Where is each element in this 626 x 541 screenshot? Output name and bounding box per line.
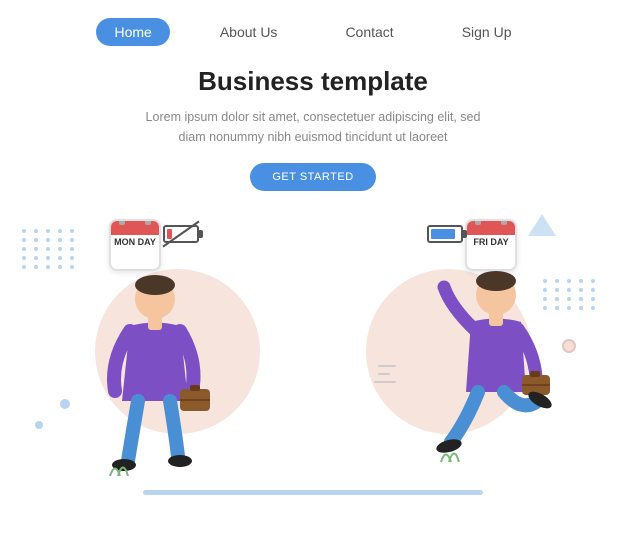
nav-signup[interactable]: Sign Up <box>444 18 530 46</box>
hero-subtitle: Lorem ipsum dolor sit amet, consectetuer… <box>143 107 483 147</box>
blue-bottom-line <box>143 490 483 495</box>
deco-circle-3 <box>35 421 43 429</box>
calendar-monday: MON DAY <box>108 219 162 271</box>
dots-left <box>22 229 77 269</box>
person-monday <box>80 271 230 481</box>
hero-title: Business template <box>0 66 626 97</box>
battery-full <box>427 225 463 243</box>
speed-lines <box>378 365 396 389</box>
illustration-area: MON DAY FRI DAY <box>0 199 626 509</box>
deco-circle-1 <box>60 399 70 409</box>
calendar-friday: FRI DAY <box>464 219 518 271</box>
get-started-button[interactable]: GET STARTED <box>250 163 375 191</box>
navigation: Home About Us Contact Sign Up <box>0 0 626 56</box>
nav-contact[interactable]: Contact <box>327 18 411 46</box>
person-friday <box>396 267 571 487</box>
nav-about[interactable]: About Us <box>202 18 296 46</box>
triangle-decoration <box>528 214 556 236</box>
battery-low <box>163 225 199 243</box>
nav-home[interactable]: Home <box>96 18 169 46</box>
hero-section: Business template Lorem ipsum dolor sit … <box>0 66 626 191</box>
